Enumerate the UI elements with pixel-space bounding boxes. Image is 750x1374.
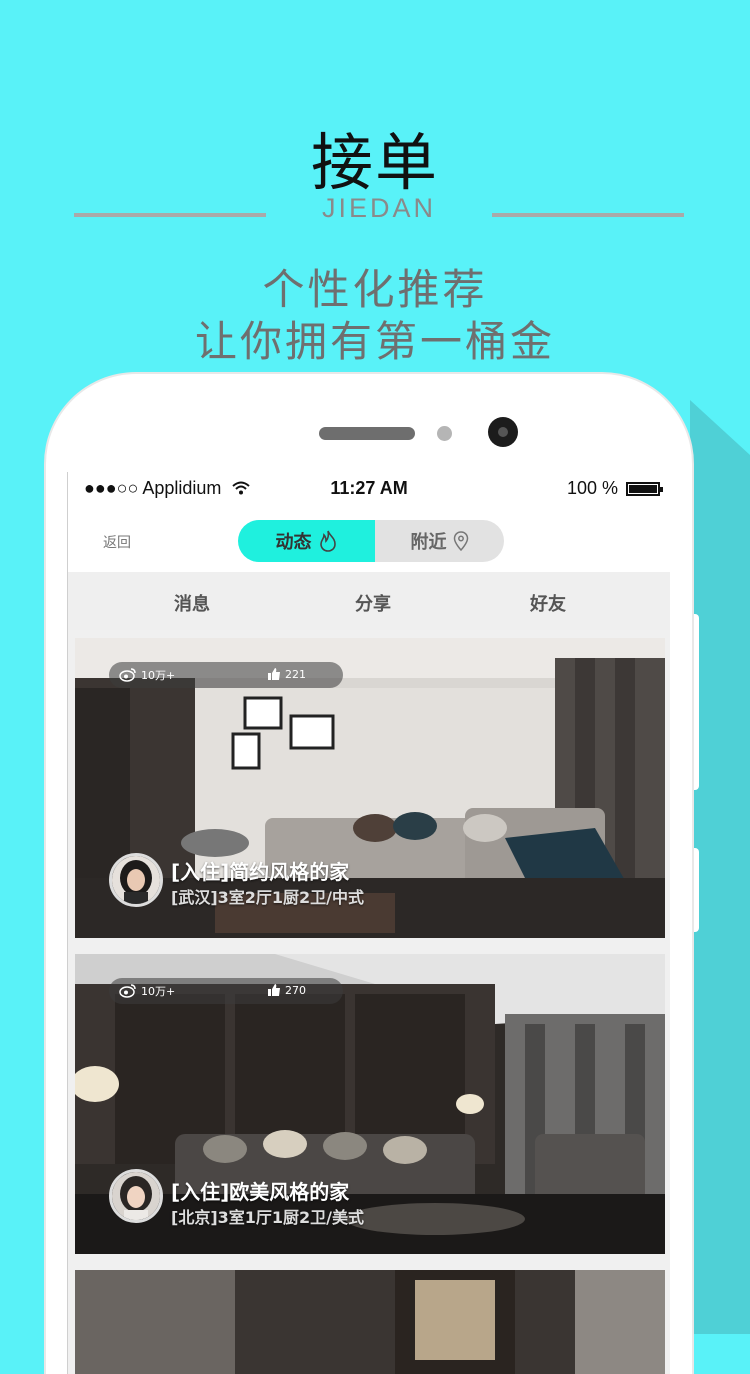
views-stat: 10万+ — [119, 667, 175, 683]
thumbs-up-icon — [268, 668, 280, 680]
card-title: [入住]欧美风格的家 — [171, 1180, 350, 1204]
segment-dongtai-label: 动态 — [275, 532, 312, 553]
tab-messages[interactable]: 消息 — [174, 590, 210, 616]
views-count: 10万+ — [141, 985, 176, 998]
phone-sensor — [437, 426, 452, 441]
segment-dongtai[interactable]: 动态 — [238, 520, 375, 562]
segment-nearby[interactable]: 附近 — [375, 520, 504, 562]
phone-speaker — [319, 427, 415, 440]
battery-status: 100 % — [566, 478, 663, 499]
tab-bar: 消息 分享 好友 — [68, 572, 670, 630]
weibo-icon — [119, 668, 136, 682]
phone-frame: ●●●○○ Applidium 11:27 AM 100 % 返回 动态 附近 … — [46, 374, 692, 1374]
feed-list: 10万+ 221 [入住]简约风格的家 [武汉]3室2厅1厨2卫/中式 10万+… — [68, 630, 670, 1374]
weibo-icon — [119, 984, 136, 998]
phone-side-button-upper — [692, 614, 699, 790]
tab-friends[interactable]: 好友 — [530, 590, 566, 616]
flame-icon — [319, 530, 336, 552]
segment-control: 动态 附近 — [238, 520, 504, 562]
feed-card[interactable] — [75, 1270, 665, 1374]
status-bar: ●●●○○ Applidium 11:27 AM 100 % — [68, 472, 670, 506]
battery-icon — [626, 481, 663, 496]
phone-side-button-lower — [692, 848, 699, 932]
avatar[interactable] — [109, 853, 163, 907]
page-title: 接单 — [310, 126, 439, 199]
divider-right — [492, 213, 684, 217]
location-pin-icon — [453, 531, 468, 551]
card-meta: [北京]3室1厅1厨2卫/美式 — [171, 1208, 365, 1227]
room-photo — [75, 1270, 665, 1374]
tab-share[interactable]: 分享 — [355, 590, 391, 616]
avatar-image — [112, 856, 160, 904]
likes-stat: 270 — [267, 983, 306, 997]
stats-pill: 10万+ 270 — [109, 978, 343, 1004]
avatar[interactable] — [109, 1169, 163, 1223]
phone-screen: ●●●○○ Applidium 11:27 AM 100 % 返回 动态 附近 … — [67, 472, 670, 1374]
battery-percent: 100 % — [566, 478, 618, 498]
segment-nearby-label: 附近 — [410, 532, 447, 553]
card-title: [入住]简约风格的家 — [171, 860, 350, 884]
likes-stat: 221 — [267, 667, 306, 681]
back-button[interactable]: 返回 — [103, 532, 131, 552]
nav-bar: 返回 动态 附近 — [68, 506, 670, 572]
thumbs-up-icon — [268, 984, 280, 996]
page-subtitle: JIEDAN — [321, 193, 437, 223]
likes-count: 270 — [285, 983, 306, 997]
likes-count: 221 — [285, 667, 306, 681]
feed-card[interactable]: 10万+ 270 [入住]欧美风格的家 [北京]3室1厅1厨2卫/美式 — [75, 954, 665, 1254]
feed-card[interactable]: 10万+ 221 [入住]简约风格的家 [武汉]3室2厅1厨2卫/中式 — [75, 638, 665, 938]
stats-pill: 10万+ 221 — [109, 662, 343, 688]
phone-camera — [488, 417, 518, 447]
avatar-image — [112, 1172, 160, 1220]
tagline-line-2: 让你拥有第一桶金 — [194, 317, 555, 366]
card-meta: [武汉]3室2厅1厨2卫/中式 — [171, 888, 365, 907]
subtitle-row: JIEDAN — [74, 193, 684, 233]
views-stat: 10万+ — [119, 983, 175, 999]
views-count: 10万+ — [141, 669, 176, 682]
